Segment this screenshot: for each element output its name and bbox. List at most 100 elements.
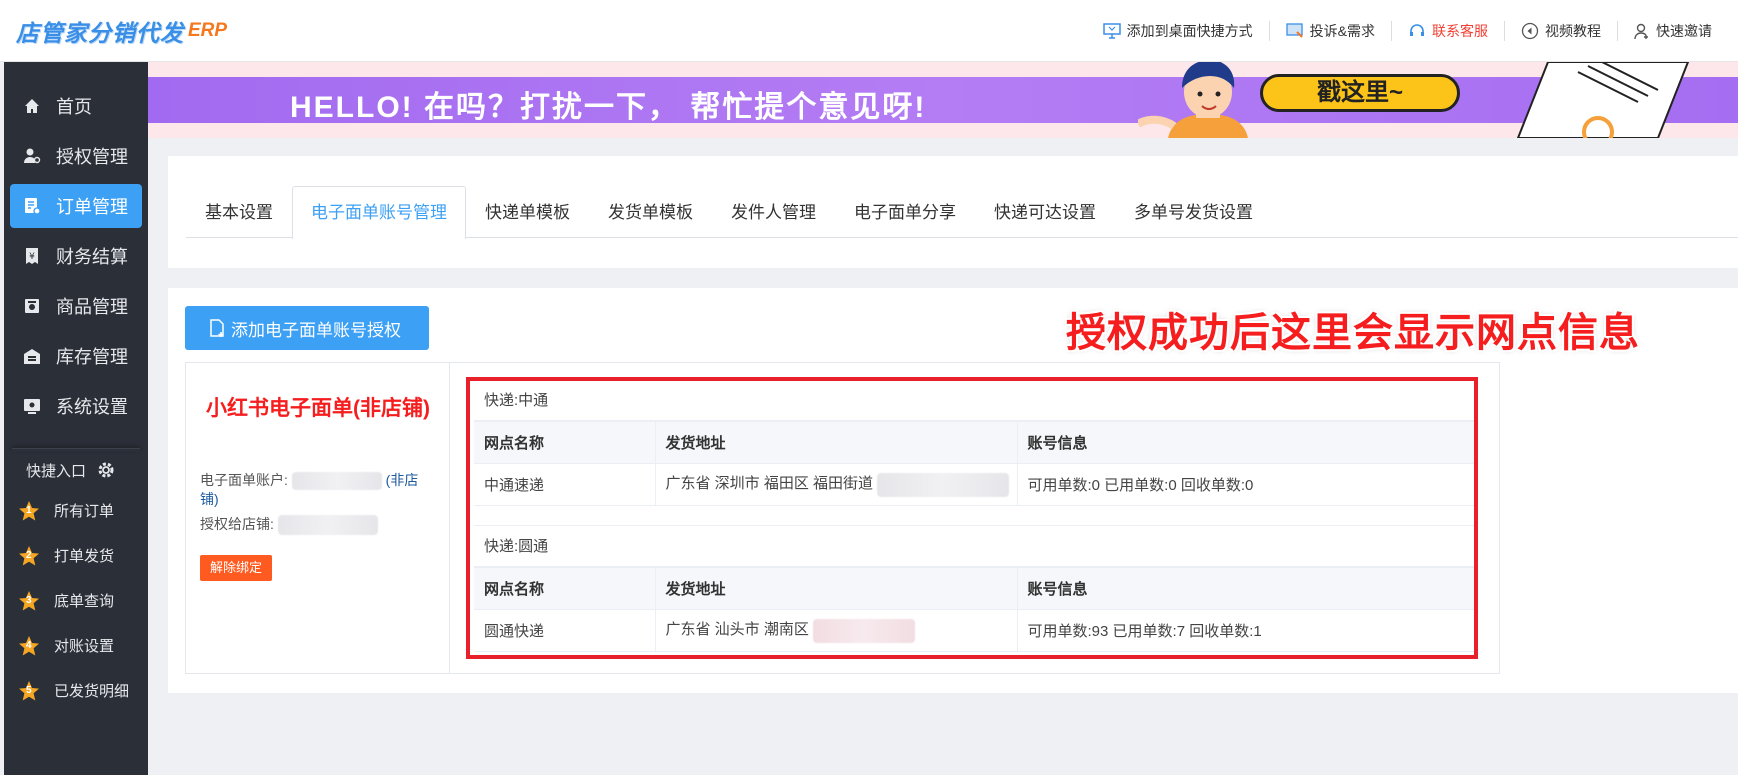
- headset-icon: [1410, 24, 1424, 36]
- star-number: 3: [26, 594, 32, 606]
- redacted-address: [877, 472, 1010, 497]
- sidebar-item-orders[interactable]: 订单管理: [10, 184, 142, 228]
- account-label: 电子面单账户:: [200, 472, 288, 488]
- quick-access-label: 快捷入口: [26, 462, 87, 480]
- carrier-title: 快递:中通: [474, 381, 1474, 421]
- column-header: 账号信息: [1017, 567, 1474, 610]
- column-header: 发货地址: [655, 421, 1018, 464]
- star-icon: 4: [18, 635, 40, 657]
- topnav-video-tutorial[interactable]: 视频教程: [1505, 21, 1618, 41]
- quick-item-shipped-details[interactable]: 5 已发货明细: [4, 668, 148, 713]
- carrier-block-zto: 快递:中通 网点名称 发货地址 账号信息 中通速递 广东省 深圳市 福田区 福田…: [474, 381, 1474, 526]
- user-add-icon: [1634, 23, 1648, 39]
- quick-access-title: 快捷入口: [4, 452, 148, 488]
- redacted-shop: [277, 515, 378, 536]
- star-icon: 1: [18, 500, 40, 522]
- annotation-callout: 授权成功后这里会显示网点信息: [1066, 311, 1640, 355]
- topnav-quick-invite[interactable]: 快速邀请: [1618, 21, 1728, 41]
- unbind-button[interactable]: 解除绑定: [200, 555, 272, 581]
- topnav-label: 添加到桌面快捷方式: [1126, 23, 1253, 39]
- sidebar-item-label: 财务结算: [56, 247, 128, 267]
- star-number: 5: [26, 684, 32, 696]
- add-button-label: 添加电子面单账号授权: [231, 320, 401, 340]
- column-header: 网点名称: [474, 567, 656, 610]
- add-document-icon: [210, 319, 224, 337]
- sidebar-item-label: 系统设置: [56, 397, 128, 417]
- app-logo[interactable]: 店管家分销代发 ERP: [16, 14, 227, 48]
- feedback-banner[interactable]: HELLO! 在吗？打扰一下， 帮忙提个意见呀! 戳这里~: [148, 62, 1738, 138]
- topnav-label: 联系客服: [1432, 23, 1488, 39]
- banner-decoration-lines: [1516, 62, 1690, 138]
- sidebar-item-home[interactable]: 首页: [10, 84, 142, 128]
- tab-express-reachability[interactable]: 快递可达设置: [975, 186, 1115, 238]
- account-info: 可用单数:93 已用单数:7 回收单数:1: [1017, 609, 1474, 652]
- shop-label: 授权给店铺:: [200, 516, 274, 532]
- sidebar-item-finance[interactable]: ¥ 财务结算: [10, 234, 142, 278]
- finance-icon: ¥: [22, 246, 42, 266]
- logo-text: 店管家分销代发: [16, 20, 184, 46]
- star-icon: 3: [18, 590, 40, 612]
- account-title: 小红书电子面单(非店铺): [206, 397, 430, 420]
- network-table: 网点名称 发货地址 账号信息 中通速递 广东省 深圳市 福田区 福田街道 可用单…: [474, 421, 1474, 506]
- sidebar-item-settings[interactable]: 系统设置: [10, 384, 142, 428]
- account-info: 可用单数:0 已用单数:0 回收单数:0: [1017, 463, 1474, 506]
- home-icon: [22, 96, 42, 116]
- quick-item-reconcile-settings[interactable]: 4 对账设置: [4, 623, 148, 668]
- network-table: 网点名称 发货地址 账号信息 圆通快递 广东省 汕头市 潮南区 可用单数:93 …: [474, 567, 1474, 652]
- tab-basic-settings[interactable]: 基本设置: [186, 186, 292, 238]
- top-nav: 添加到桌面快捷方式 投诉&需求 联系客服 视频教程 快速邀请: [1087, 0, 1738, 62]
- tab-waybill-account-management[interactable]: 电子面单账号管理: [292, 186, 466, 239]
- add-waybill-account-button[interactable]: 添加电子面单账号授权: [185, 306, 429, 350]
- column-header: 发货地址: [655, 567, 1018, 610]
- topnav-feedback[interactable]: 投诉&需求: [1270, 21, 1392, 41]
- topnav-label: 快速邀请: [1656, 23, 1712, 39]
- star-icon: 2: [18, 545, 40, 567]
- sidebar-item-inventory[interactable]: 库存管理: [10, 334, 142, 378]
- tab-multi-tracking-settings[interactable]: 多单号发货设置: [1115, 186, 1272, 238]
- order-icon: [22, 196, 42, 216]
- logo-suffix: ERP: [188, 20, 228, 41]
- settings-tabs-card: 基本设置 电子面单账号管理 快递单模板 发货单模板 发件人管理 电子面单分享 快…: [168, 156, 1738, 268]
- sidebar-item-label: 授权管理: [56, 147, 128, 167]
- sidebar-item-authorization[interactable]: 授权管理: [10, 134, 142, 178]
- redacted-account: [291, 472, 382, 491]
- gear-icon[interactable]: [96, 460, 116, 480]
- user-key-icon: [22, 146, 42, 166]
- quick-item-waybill-query[interactable]: 3 底单查询: [4, 578, 148, 623]
- topnav-add-desktop-shortcut[interactable]: 添加到桌面快捷方式: [1087, 21, 1270, 41]
- warehouse-icon: [22, 346, 42, 366]
- star-icon: 5: [18, 680, 40, 702]
- column-header: 网点名称: [474, 421, 656, 464]
- network-name: 中通速递: [474, 463, 656, 506]
- star-number: 2: [26, 549, 32, 561]
- topnav-contact-service[interactable]: 联系客服: [1392, 21, 1505, 41]
- tab-express-template[interactable]: 快递单模板: [466, 186, 589, 238]
- quick-item-print-ship[interactable]: 2 打单发货: [4, 533, 148, 578]
- tab-shipping-template[interactable]: 发货单模板: [589, 186, 712, 238]
- play-icon: [1521, 22, 1539, 40]
- tab-sender-management[interactable]: 发件人管理: [712, 186, 835, 238]
- waybill-account-panel: 添加电子面单账号授权 授权成功后这里会显示网点信息 小红书电子面单(非店铺) 电…: [168, 288, 1738, 693]
- quick-item-all-orders[interactable]: 1 所有订单: [4, 488, 148, 533]
- account-id-row: 电子面单账户: (非店铺): [200, 471, 430, 509]
- quick-item-label: 底单查询: [54, 593, 115, 610]
- carrier-title: 快递:圆通: [474, 527, 1474, 567]
- carrier-block-yto: 快递:圆通 网点名称 发货地址 账号信息 圆通快递 广东省 汕头市 潮南区 可用…: [474, 527, 1474, 652]
- feedback-icon: [1286, 23, 1303, 38]
- sidebar: 首页 授权管理 订单管理 ¥ 财务结算 商品管理 库存管理 系统设置 快捷入口 …: [4, 62, 148, 775]
- table-row: 中通速递 广东省 深圳市 福田区 福田街道 可用单数:0 已用单数:0 回收单数…: [474, 463, 1474, 506]
- account-summary: 小红书电子面单(非店铺) 电子面单账户: (非店铺) 授权给店铺: 解除绑定: [186, 363, 450, 673]
- annotation-highlight-frame: 快递:中通 网点名称 发货地址 账号信息 中通速递 广东省 深圳市 福田区 福田…: [466, 377, 1478, 659]
- top-bar: 店管家分销代发 ERP 添加到桌面快捷方式 投诉&需求 联系客服 视频教程 快速…: [0, 0, 1738, 62]
- svg-text:¥: ¥: [29, 252, 35, 262]
- banner-cta-button[interactable]: 戳这里~: [1260, 74, 1460, 112]
- redacted-address: [813, 618, 916, 643]
- desktop-icon: [1102, 23, 1121, 39]
- sidebar-item-goods[interactable]: 商品管理: [10, 284, 142, 328]
- carrier-gap: [474, 506, 1474, 526]
- network-name: 圆通快递: [474, 609, 656, 652]
- authorized-shop-row: 授权给店铺:: [200, 515, 378, 536]
- tab-waybill-share[interactable]: 电子面单分享: [835, 186, 975, 238]
- topnav-label: 视频教程: [1545, 23, 1601, 39]
- quick-item-label: 打单发货: [54, 548, 115, 565]
